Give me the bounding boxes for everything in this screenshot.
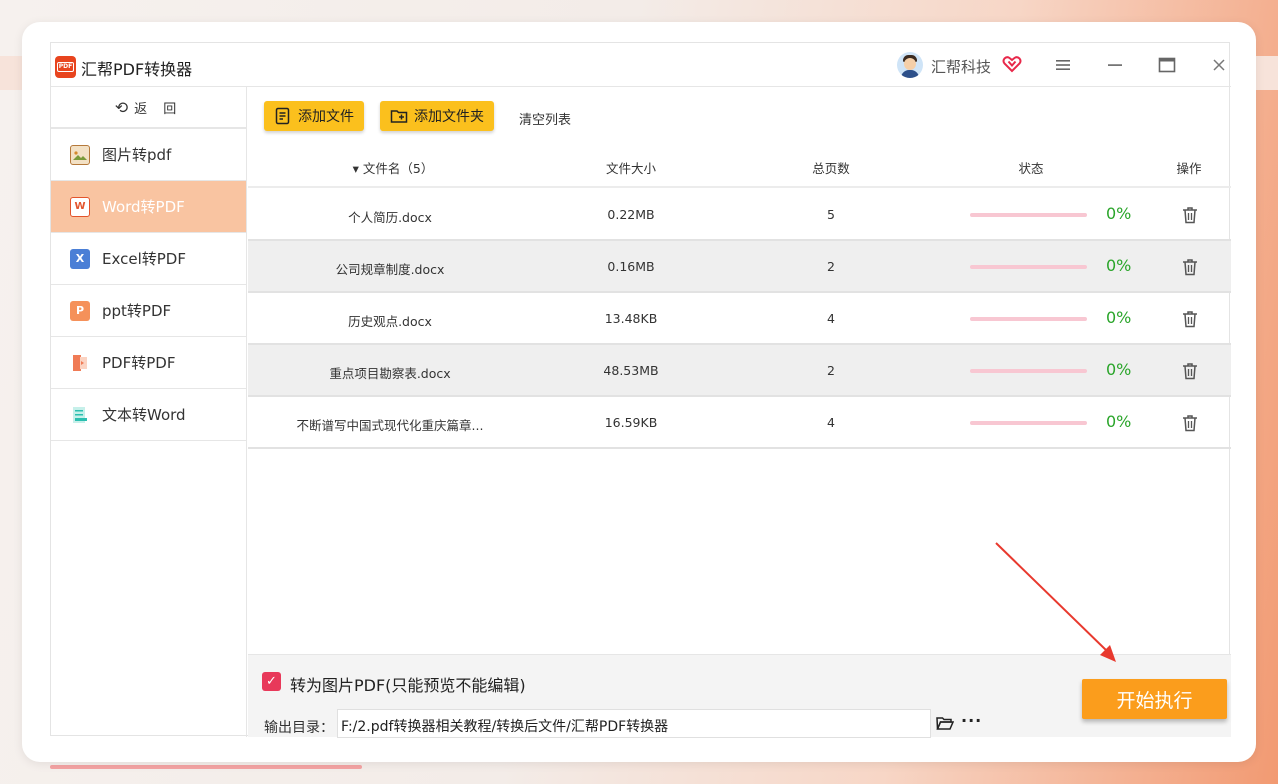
file-size-cell: 48.53MB	[603, 363, 659, 378]
file-name-cell: 个人简历.docx	[348, 210, 432, 225]
maximize-icon[interactable]	[1153, 51, 1181, 79]
back-label: 返 回	[134, 101, 183, 117]
progress-percent: 0%	[1106, 308, 1132, 327]
progress-bar	[970, 421, 1087, 425]
progress-bar	[970, 369, 1087, 373]
file-size-cell: 0.22MB	[607, 207, 655, 222]
column-header-name[interactable]: ▾ 文件名（5）	[343, 158, 443, 177]
table-header: ▾ 文件名（5） 文件大小 总页数 状态 操作	[248, 145, 1231, 188]
sidebar-item-label: PDF转PDF	[102, 354, 176, 372]
page-count-cell: 4	[827, 311, 835, 326]
column-header-pages: 总页数	[812, 161, 850, 176]
app-logo: PDF	[55, 56, 76, 78]
back-arrow-icon: ⟲	[114, 97, 129, 117]
table-row[interactable]: 不断谱写中国式现代化重庆篇章... 16.59KB 4 0%	[248, 397, 1231, 449]
sidebar-item-label: ppt转PDF	[102, 302, 172, 320]
sidebar-item-label: Word转PDF	[102, 198, 185, 216]
screenshot-card: PDF 汇帮PDF转换器 汇帮科技 ⟲ 返 回 图片转pdf W Word转PD…	[22, 22, 1256, 762]
menu-icon[interactable]	[1049, 51, 1077, 79]
bottom-panel: ✓ 转为图片PDF(只能预览不能编辑) 输出目录： F:/2.pdf转换器相关教…	[248, 654, 1231, 738]
image-icon	[70, 144, 90, 165]
sidebar-item-text-to-word[interactable]: 文本转Word	[51, 389, 246, 441]
progress-percent: 0%	[1106, 412, 1132, 431]
page-count-cell: 5	[827, 207, 835, 222]
minimize-icon[interactable]	[1101, 51, 1129, 79]
file-size-cell: 0.16MB	[607, 259, 655, 274]
background-accent-bar	[50, 765, 362, 769]
progress-bar	[970, 213, 1087, 217]
word-icon: W	[70, 196, 90, 217]
sidebar: ⟲ 返 回 图片转pdf W Word转PDF X Excel转PDF P pp…	[51, 87, 247, 737]
sidebar-item-word-to-pdf[interactable]: W Word转PDF	[51, 181, 246, 233]
table-row[interactable]: 公司规章制度.docx 0.16MB 2 0%	[248, 241, 1231, 293]
app-title: 汇帮PDF转换器	[81, 60, 193, 79]
sidebar-item-image-to-pdf[interactable]: 图片转pdf	[51, 129, 246, 181]
progress-bar	[970, 265, 1087, 269]
page-count-cell: 2	[827, 363, 835, 378]
delete-icon[interactable]	[1182, 362, 1198, 380]
add-file-icon	[275, 107, 290, 125]
main-panel: 添加文件 添加文件夹 清空列表 ▾ 文件名（5） 文件大小 总页数 状态 操作 …	[248, 87, 1231, 738]
progress-percent: 0%	[1106, 204, 1132, 223]
delete-icon[interactable]	[1182, 258, 1198, 276]
progress-percent: 0%	[1106, 360, 1132, 379]
company-name[interactable]: 汇帮科技	[931, 56, 991, 77]
start-button[interactable]: 开始执行	[1082, 679, 1227, 719]
excel-icon: X	[70, 248, 90, 269]
page-count-cell: 4	[827, 415, 835, 430]
file-size-cell: 13.48KB	[604, 311, 658, 326]
image-pdf-checkbox-label[interactable]: 转为图片PDF(只能预览不能编辑)	[290, 672, 526, 696]
sidebar-item-label: 文本转Word	[102, 406, 186, 424]
column-header-action: 操作	[1176, 161, 1202, 176]
table-row[interactable]: 历史观点.docx 13.48KB 4 0%	[248, 293, 1231, 345]
add-folder-label: 添加文件夹	[414, 109, 484, 125]
sidebar-item-ppt-to-pdf[interactable]: P ppt转PDF	[51, 285, 246, 337]
ppt-icon: P	[70, 300, 90, 321]
output-dir-label: 输出目录：	[264, 720, 334, 736]
toolbar: 添加文件 添加文件夹 清空列表	[248, 87, 1231, 143]
add-folder-button[interactable]: 添加文件夹	[380, 101, 494, 131]
file-name-cell: 不断谱写中国式现代化重庆篇章...	[296, 418, 484, 433]
file-name-cell: 历史观点.docx	[348, 314, 432, 329]
sidebar-item-excel-to-pdf[interactable]: X Excel转PDF	[51, 233, 246, 285]
sidebar-item-pdf-to-pdf[interactable]: PDF转PDF	[51, 337, 246, 389]
pdf-icon	[70, 353, 90, 373]
column-header-status: 状态	[1018, 161, 1044, 176]
more-options-icon[interactable]: ···	[961, 711, 982, 730]
table-row[interactable]: 个人简历.docx 0.22MB 5 0%	[248, 189, 1231, 241]
progress-percent: 0%	[1106, 256, 1132, 275]
file-size-cell: 16.59KB	[604, 415, 658, 430]
page-count-cell: 2	[827, 259, 835, 274]
delete-icon[interactable]	[1182, 310, 1198, 328]
delete-icon[interactable]	[1182, 206, 1198, 224]
delete-icon[interactable]	[1182, 414, 1198, 432]
open-folder-icon[interactable]	[936, 715, 954, 731]
file-name-cell: 公司规章制度.docx	[335, 262, 445, 277]
table-row[interactable]: 重点项目勘察表.docx 48.53MB 2 0%	[248, 345, 1231, 397]
vip-heart-icon[interactable]	[1002, 54, 1022, 74]
add-file-button[interactable]: 添加文件	[264, 101, 364, 131]
text-icon	[70, 405, 90, 425]
progress-bar	[970, 317, 1087, 321]
add-folder-icon	[390, 110, 408, 123]
add-file-label: 添加文件	[298, 109, 354, 125]
close-icon[interactable]	[1205, 51, 1233, 79]
user-avatar[interactable]	[897, 52, 923, 78]
clear-list-button[interactable]: 清空列表	[519, 109, 571, 128]
column-header-size: 文件大小	[605, 161, 656, 176]
sidebar-item-label: 图片转pdf	[102, 146, 172, 164]
image-pdf-checkbox[interactable]: ✓	[262, 672, 281, 691]
back-button[interactable]: ⟲ 返 回	[51, 87, 246, 129]
title-bar: PDF 汇帮PDF转换器 汇帮科技	[51, 43, 1231, 87]
file-name-cell: 重点项目勘察表.docx	[329, 366, 451, 381]
output-dir-field[interactable]: F:/2.pdf转换器相关教程/转换后文件/汇帮PDF转换器	[337, 709, 931, 738]
app-window: PDF 汇帮PDF转换器 汇帮科技 ⟲ 返 回 图片转pdf W Word转PD…	[50, 42, 1231, 738]
sidebar-item-label: Excel转PDF	[102, 250, 186, 268]
